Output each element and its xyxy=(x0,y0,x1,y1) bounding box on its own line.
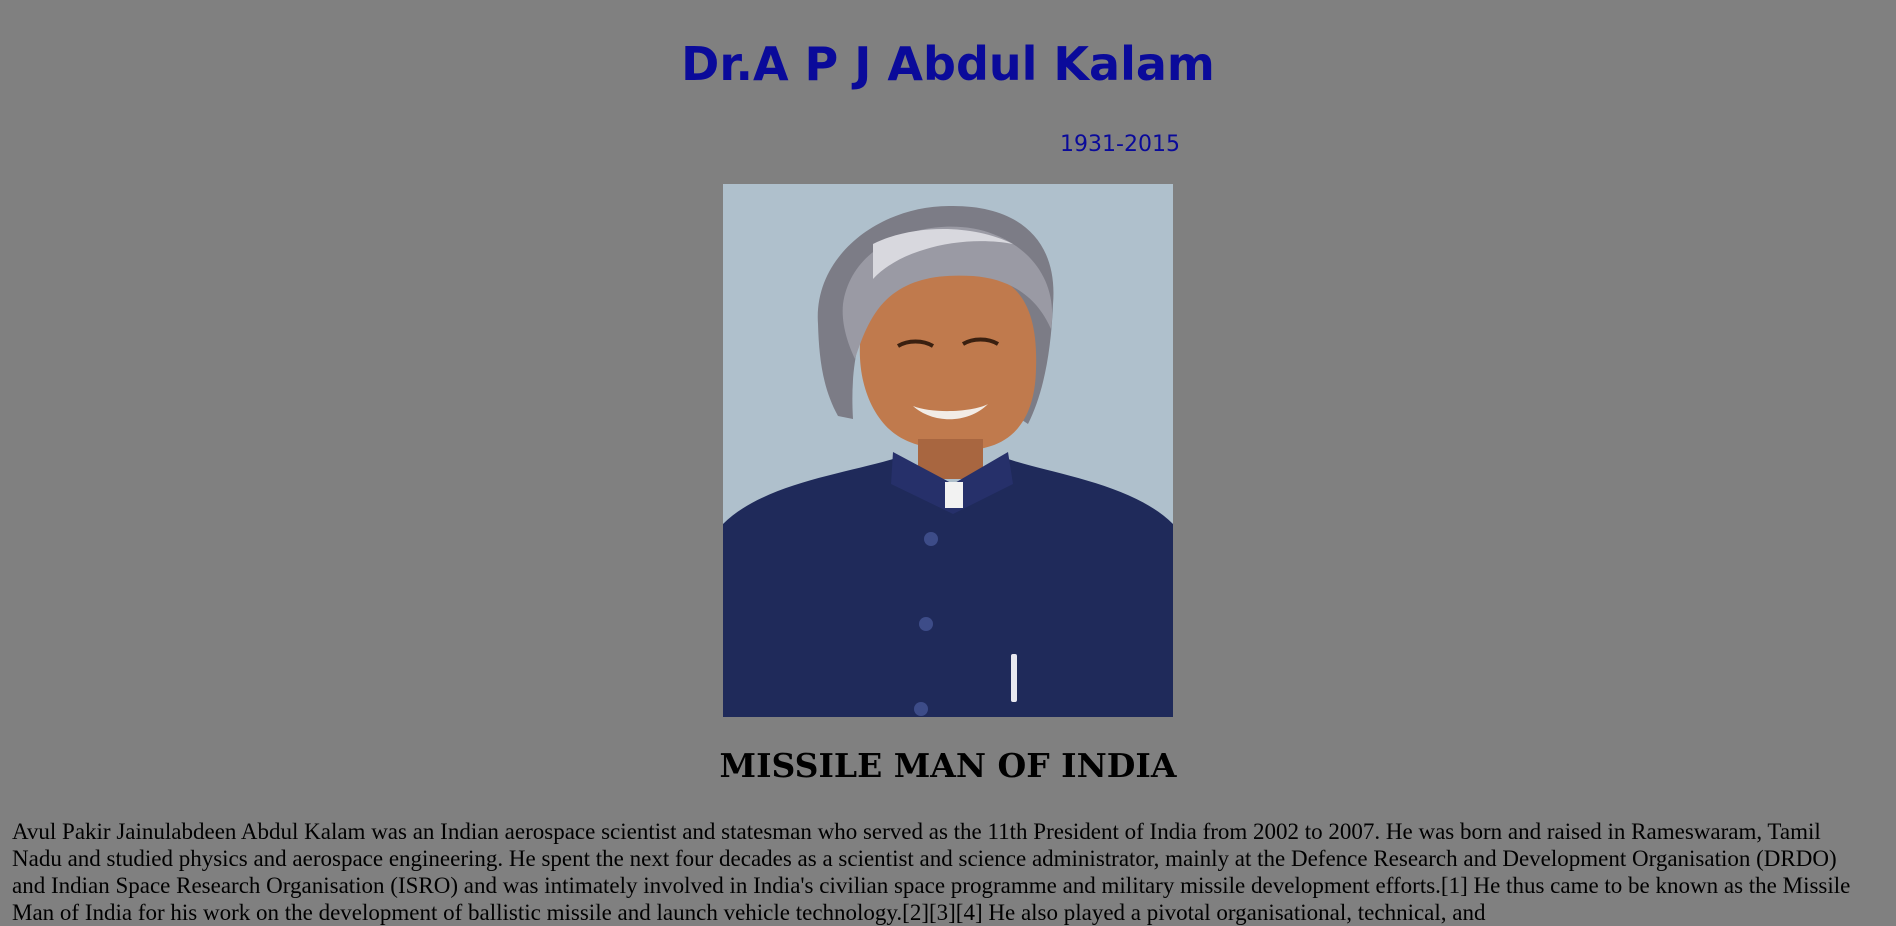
lifespan-years: 1931-2015 xyxy=(1060,132,1180,157)
page-title: Dr.A P J Abdul Kalam xyxy=(681,37,1215,91)
portrait-image xyxy=(723,184,1173,717)
biography-paragraph: Avul Pakir Jainulabdeen Abdul Kalam was … xyxy=(12,819,1851,925)
section-heading: MISSILE MAN OF INDIA xyxy=(719,746,1177,785)
